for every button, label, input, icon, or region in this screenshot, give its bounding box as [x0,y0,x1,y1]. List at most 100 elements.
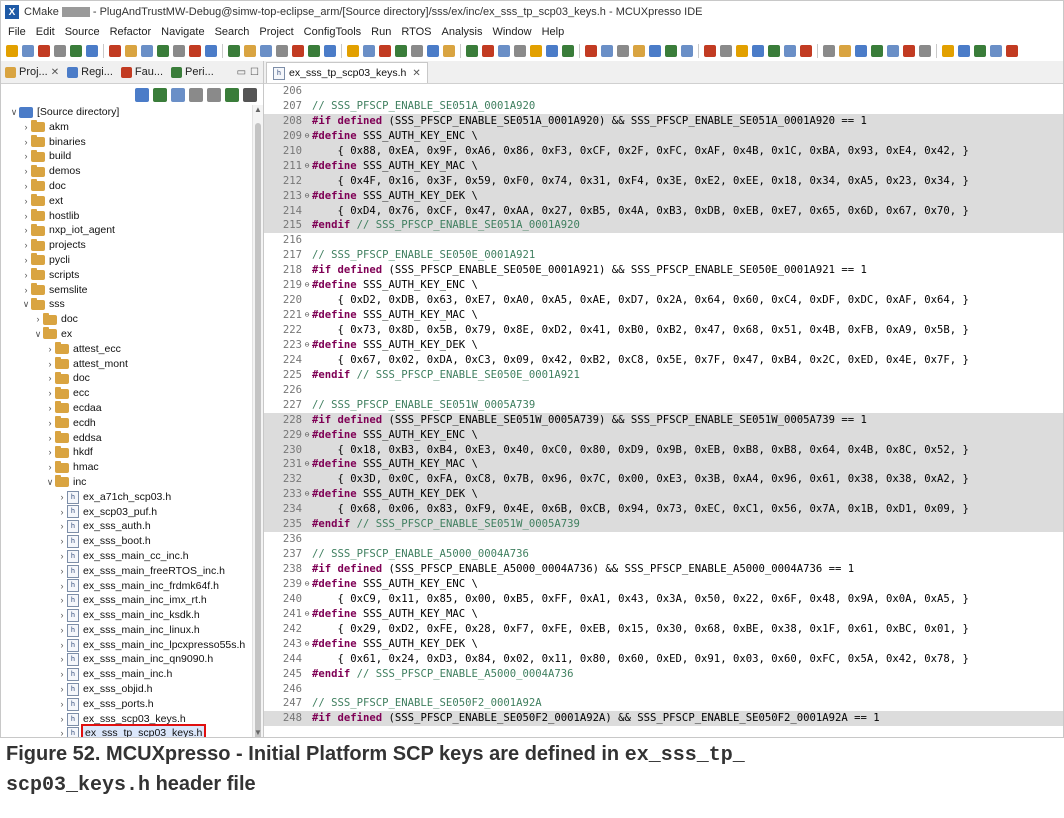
tree-file-item[interactable]: › h ex_a71ch_scp03.h [1,490,253,505]
collapse-right-icon[interactable]: › [57,682,67,697]
fold-toggle-icon[interactable]: ⊖ [302,607,312,622]
collapse-right-icon[interactable]: › [45,460,55,475]
collapse-right-icon[interactable]: › [57,579,67,594]
tree-file-item[interactable]: › h ex_sss_auth.h [1,519,253,534]
view-tab-peripherals[interactable]: Peri... [167,66,218,78]
toolbar-button-icon[interactable] [70,44,82,57]
view-tab-faults[interactable]: Fau... [117,66,167,78]
toolbar-button-icon[interactable] [768,44,780,57]
fold-toggle-icon[interactable]: ⊖ [302,637,312,652]
expand-down-icon[interactable]: ∨ [45,475,55,490]
menu-analysis[interactable]: Analysis [437,26,488,38]
collapse-right-icon[interactable]: › [21,209,31,224]
tree-file-item[interactable]: › h ex_sss_main_inc_lpcxpresso55s.h [1,638,253,653]
fold-toggle-icon[interactable]: ⊖ [302,338,312,353]
collapse-right-icon[interactable]: › [57,652,67,667]
collapse-right-icon[interactable]: › [45,357,55,372]
toolbar-button-icon[interactable] [276,44,288,57]
toolbar-button-icon[interactable] [324,44,336,57]
fold-toggle-icon[interactable]: ⊖ [302,129,312,144]
collapse-right-icon[interactable]: › [45,401,55,416]
view-menu-icon[interactable] [243,88,257,102]
collapse-right-icon[interactable]: › [57,593,67,608]
tree-folder-item[interactable]: › attest_ecc [1,342,253,357]
tree-folder-item[interactable]: › hostlib [1,208,253,224]
toolbar-button-icon[interactable] [157,44,169,57]
menu-run[interactable]: Run [366,26,396,38]
toolbar-button-icon[interactable] [379,44,391,57]
settings-icon[interactable] [207,88,221,102]
toolbar-button-icon[interactable] [466,44,478,57]
collapse-right-icon[interactable]: › [21,283,31,298]
tree-folder-item[interactable]: › projects [1,238,253,253]
expand-down-icon[interactable]: ∨ [9,105,19,120]
menu-edit[interactable]: Edit [31,26,60,38]
menu-refactor[interactable]: Refactor [105,26,157,38]
collapse-right-icon[interactable]: › [45,386,55,401]
toolbar-button-icon[interactable] [823,44,835,57]
toolbar-button-icon[interactable] [22,44,34,57]
fold-toggle-icon[interactable]: ⊖ [302,308,312,323]
close-view-icon[interactable] [225,88,239,102]
menu-configtools[interactable]: ConfigTools [299,26,366,38]
tree-folder-item[interactable]: › attest_mont [1,356,253,372]
collapse-right-icon[interactable]: › [57,564,67,579]
fold-toggle-icon[interactable]: ⊖ [302,428,312,443]
toolbar-button-icon[interactable] [363,44,375,57]
tree-folder-item[interactable]: › eddsa [1,430,253,446]
tree-folder-item[interactable]: ∨ inc [1,475,253,490]
toolbar-button-icon[interactable] [974,44,986,57]
minimize-view-icon[interactable]: ▭ [237,67,246,78]
toolbar-button-icon[interactable] [665,44,677,57]
collapse-right-icon[interactable]: › [45,431,55,446]
collapse-right-icon[interactable]: › [45,342,55,357]
tree-file-item[interactable]: › h ex_sss_objid.h [1,682,253,697]
tree-folder-item[interactable]: › nxp_iot_agent [1,223,253,238]
toolbar-button-icon[interactable] [109,44,121,57]
view-tab-registers[interactable]: Regi... [63,66,117,78]
tree-file-item[interactable]: › h ex_sss_main_inc_ksdk.h [1,608,253,623]
toolbar-button-icon[interactable] [601,44,613,57]
toolbar-button-icon[interactable] [649,44,661,57]
collapse-right-icon[interactable]: › [21,179,31,194]
collapse-right-icon[interactable]: › [57,638,67,653]
collapse-right-icon[interactable]: › [57,608,67,623]
collapse-right-icon[interactable]: › [21,238,31,253]
tree-file-item[interactable]: › h ex_sss_main_inc_frdmk64f.h [1,579,253,594]
collapse-right-icon[interactable]: › [33,312,43,327]
toolbar-button-icon[interactable] [784,44,796,57]
maximize-view-icon[interactable]: ☐ [250,67,259,78]
toolbar-button-icon[interactable] [205,44,217,57]
toolbar-button-icon[interactable] [514,44,526,57]
tree-folder-item[interactable]: › ecdh [1,416,253,431]
expand-down-icon[interactable]: ∨ [21,297,31,312]
toolbar-button-icon[interactable] [839,44,851,57]
menu-window[interactable]: Window [487,26,536,38]
tree-folder-item[interactable]: › ecdaa [1,401,253,416]
toolbar-button-icon[interactable] [443,44,455,57]
link-editor-icon[interactable] [153,88,167,102]
toolbar-button-icon[interactable] [498,44,510,57]
toolbar-button-icon[interactable] [855,44,867,57]
toolbar-button-icon[interactable] [173,44,185,57]
expand-down-icon[interactable]: ∨ [33,327,43,342]
menu-search[interactable]: Search [210,26,255,38]
collapse-right-icon[interactable]: › [45,371,55,386]
scroll-up-icon[interactable]: ▲ [253,105,263,114]
editor-tab[interactable]: h ex_sss_tp_scp03_keys.h ✕ [266,62,428,83]
close-view-icon[interactable]: ✕ [51,67,59,78]
view-tab-project-explorer[interactable]: Proj... ✕ [1,66,63,78]
scroll-down-icon[interactable]: ▼ [253,728,263,737]
tree-scrollbar[interactable]: ▲ ▼ [252,105,263,737]
collapse-right-icon[interactable]: › [57,623,67,638]
scroll-thumb[interactable] [255,123,261,737]
fold-toggle-icon[interactable]: ⊖ [302,189,312,204]
toolbar-button-icon[interactable] [681,44,693,57]
tree-folder-item[interactable]: ∨ sss [1,297,253,312]
toolbar-button-icon[interactable] [244,44,256,57]
collapse-right-icon[interactable]: › [57,534,67,549]
toolbar-button-icon[interactable] [86,44,98,57]
toolbar-button-icon[interactable] [125,44,137,57]
collapse-right-icon[interactable]: › [57,726,67,737]
toolbar-button-icon[interactable] [427,44,439,57]
